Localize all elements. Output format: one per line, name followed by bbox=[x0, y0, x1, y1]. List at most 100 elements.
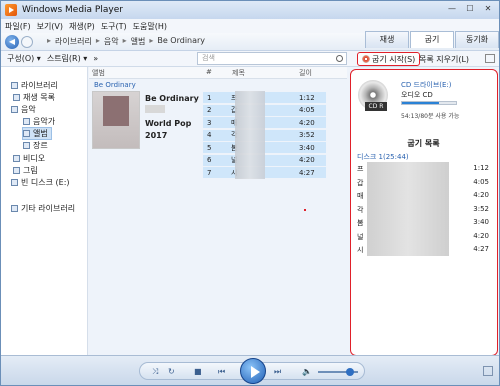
play-button[interactable] bbox=[240, 358, 266, 384]
back-button[interactable]: ◀ bbox=[5, 34, 19, 49]
column-title[interactable]: 제목 bbox=[232, 68, 245, 78]
sidebar-item-playlists[interactable]: 재생 목록 bbox=[13, 92, 55, 103]
wmp-app-icon bbox=[5, 4, 17, 16]
volume-knob[interactable] bbox=[346, 368, 354, 376]
breadcrumb: ▸ 라이브러리 ▸ 음악 ▸ 앨범 ▸ Be Ordinary bbox=[47, 36, 206, 47]
track-length: 4:20 bbox=[299, 156, 315, 164]
album-art[interactable] bbox=[92, 91, 140, 149]
burn-list-panel: CD R CD 드라이브(E:) 오디오 CD 54:13/80분 사용 가능 … bbox=[350, 69, 498, 356]
search-input[interactable]: 검색 bbox=[197, 52, 347, 65]
menu-view[interactable]: 보기(V) bbox=[37, 21, 63, 32]
column-length[interactable]: 길이 bbox=[299, 68, 312, 78]
breadcrumb-current[interactable]: Be Ordinary bbox=[157, 36, 205, 47]
other-library-icon bbox=[11, 205, 18, 212]
switch-to-now-playing-icon[interactable] bbox=[483, 366, 493, 376]
album-genre: World Pop bbox=[145, 119, 192, 128]
tabs: 재생 굽기 동기화 bbox=[365, 31, 499, 48]
tab-sync[interactable]: 동기화 bbox=[455, 31, 499, 48]
menu-help[interactable]: 도움말(H) bbox=[133, 21, 167, 32]
track-number: 7 bbox=[207, 168, 212, 177]
sidebar-item-other-libraries[interactable]: 기타 라이브러리 bbox=[11, 203, 75, 214]
burn-item-length: 3:52 bbox=[473, 204, 489, 213]
start-burn-button[interactable]: 굽기 시작(S) bbox=[357, 52, 421, 66]
navigation-pane: 라이브러리 재생 목록 음악 음악가 앨범 장르 비디오 그림 빈 디스크 (E… bbox=[1, 67, 88, 355]
sidebar-item-artist[interactable]: 음악가 bbox=[23, 116, 55, 127]
menu-play[interactable]: 재생(P) bbox=[69, 21, 95, 32]
burn-item-length: 4:20 bbox=[473, 191, 489, 199]
playback-group: ⤨ ↻ ■ ⏮ ⏭ 🔈 bbox=[139, 358, 365, 384]
track-number: 1 bbox=[207, 93, 212, 102]
album-icon bbox=[23, 130, 30, 137]
minimize-button[interactable]: — bbox=[444, 3, 460, 15]
burn-item-length: 1:12 bbox=[473, 164, 489, 172]
more-toolbar-button[interactable]: » bbox=[93, 54, 98, 63]
window-title: Windows Media Player bbox=[22, 5, 123, 15]
shuffle-button[interactable]: ⤨ bbox=[152, 367, 158, 377]
sidebar-item-pictures[interactable]: 그림 bbox=[13, 165, 38, 176]
column-headers: 앨범 # 제목 길이 bbox=[89, 67, 347, 79]
burn-item-length: 4:05 bbox=[473, 177, 489, 186]
drive-type: 오디오 CD bbox=[401, 91, 433, 99]
menu-tools[interactable]: 도구(T) bbox=[101, 21, 127, 32]
column-number[interactable]: # bbox=[206, 68, 212, 76]
track-titles-redacted bbox=[235, 91, 265, 179]
burn-item-title: 각 bbox=[357, 205, 364, 214]
menu-file[interactable]: 파일(F) bbox=[5, 21, 31, 32]
organize-menu[interactable]: 구성(O) ▾ bbox=[7, 53, 41, 64]
column-album[interactable]: 앨범 bbox=[92, 68, 105, 78]
track-number: 3 bbox=[207, 118, 212, 127]
cd-r-badge: CD R bbox=[365, 102, 387, 111]
playback-controls: ⤨ ↻ ■ ⏮ ⏭ 🔈 bbox=[1, 355, 499, 385]
disc-capacity-fill bbox=[402, 102, 439, 104]
disc-capacity-bar bbox=[401, 101, 457, 105]
track-length: 3:52 bbox=[299, 131, 315, 139]
tab-burn[interactable]: 굽기 bbox=[410, 31, 454, 48]
burn-item-length: 4:27 bbox=[473, 245, 489, 253]
sidebar-item-album[interactable]: 앨범 bbox=[22, 127, 52, 140]
track-number: 6 bbox=[207, 156, 212, 164]
burn-item-title: 시 bbox=[357, 246, 364, 254]
album-art-image bbox=[103, 96, 129, 126]
wmp-window: Windows Media Player — ☐ ✕ 파일(F) 보기(V) 재… bbox=[0, 0, 500, 386]
close-button[interactable]: ✕ bbox=[480, 3, 496, 15]
album-group-label[interactable]: Be Ordinary bbox=[94, 81, 136, 89]
track-number: 4 bbox=[207, 131, 212, 139]
track-length: 1:12 bbox=[299, 93, 315, 102]
volume-icon[interactable]: 🔈 bbox=[302, 367, 312, 376]
breadcrumb-album[interactable]: 앨범 bbox=[131, 36, 146, 47]
forward-button[interactable] bbox=[21, 35, 33, 48]
stream-menu[interactable]: 스트림(R) ▾ bbox=[47, 53, 87, 64]
sidebar-item-library[interactable]: 라이브러리 bbox=[11, 80, 58, 91]
video-icon bbox=[13, 155, 20, 162]
track-length: 4:20 bbox=[299, 118, 315, 127]
breadcrumb-library[interactable]: 라이브러리 bbox=[55, 36, 92, 47]
cursor-dot bbox=[304, 209, 306, 211]
previous-button[interactable]: ⏮ bbox=[218, 367, 225, 377]
sidebar-item-genre[interactable]: 장르 bbox=[23, 140, 48, 151]
next-button[interactable]: ⏭ bbox=[274, 367, 281, 377]
window-controls: — ☐ ✕ bbox=[444, 3, 496, 15]
picture-icon bbox=[13, 167, 20, 174]
track-length: 4:05 bbox=[299, 106, 315, 114]
tab-play[interactable]: 재생 bbox=[365, 31, 409, 48]
sidebar-item-videos[interactable]: 비디오 bbox=[13, 153, 45, 164]
burn-item-title: 매 bbox=[357, 192, 364, 200]
breadcrumb-music[interactable]: 음악 bbox=[104, 36, 119, 47]
disc-space-text: 54:13/80분 사용 가능 bbox=[401, 113, 460, 120]
track-length: 3:40 bbox=[299, 143, 315, 152]
drive-name[interactable]: CD 드라이브(E:) bbox=[401, 80, 452, 90]
sidebar-item-blank-disc[interactable]: 빈 디스크 (E:) bbox=[11, 177, 70, 188]
maximize-button[interactable]: ☐ bbox=[462, 3, 478, 15]
artist-icon bbox=[23, 118, 30, 125]
title-bar: Windows Media Player — ☐ ✕ bbox=[1, 1, 499, 19]
clear-list-button[interactable]: 목록 지우기(L) bbox=[419, 54, 469, 65]
volume-slider[interactable] bbox=[318, 368, 358, 376]
burn-item-title: 갑 bbox=[357, 178, 364, 187]
burn-disc-icon bbox=[362, 55, 370, 63]
track-number: 2 bbox=[207, 106, 212, 114]
sidebar-item-music[interactable]: 음악 bbox=[11, 104, 36, 115]
burn-item-title: 봄 bbox=[357, 219, 364, 227]
repeat-button[interactable]: ↻ bbox=[168, 367, 175, 376]
list-options-icon[interactable] bbox=[485, 54, 495, 63]
stop-button[interactable]: ■ bbox=[194, 367, 202, 376]
